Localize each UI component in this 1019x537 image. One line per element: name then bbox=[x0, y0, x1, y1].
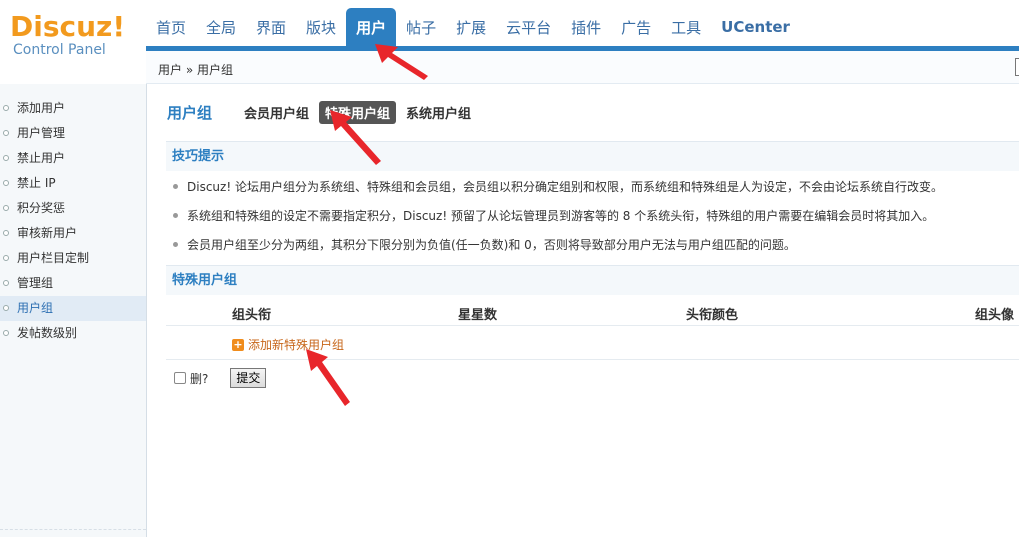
tab-member-groups[interactable]: 会员用户组 bbox=[238, 101, 315, 124]
nav-item-user[interactable]: 用户 bbox=[346, 8, 397, 46]
logo-subtitle: Control Panel bbox=[13, 42, 106, 58]
column-header-color: 头衔颜色 bbox=[686, 308, 739, 323]
nav-item-forum[interactable]: 版块 bbox=[296, 8, 346, 46]
bullet-icon bbox=[3, 280, 9, 286]
tip-text: 会员用户组至少分为两组，其积分下限分别为负值(任一负数)和 0，否则将导致部分用… bbox=[187, 238, 796, 252]
nav-item-plugin[interactable]: 插件 bbox=[561, 8, 611, 46]
sidebar-item-label: 添加用户 bbox=[17, 101, 66, 115]
sidebar-item-post-ranks[interactable]: 发帖数级别 bbox=[0, 321, 146, 346]
column-header-stars: 星星数 bbox=[458, 308, 498, 323]
column-header-title: 组头衔 bbox=[232, 308, 272, 323]
bullet-icon bbox=[3, 105, 9, 111]
nav-item-cloud[interactable]: 云平台 bbox=[496, 8, 561, 46]
column-header-avatar: 组头像 bbox=[975, 308, 1015, 323]
tab-special-groups[interactable]: 特殊用户组 bbox=[319, 100, 397, 124]
bullet-icon bbox=[173, 242, 178, 247]
bullet-icon bbox=[3, 330, 9, 336]
nav-item-ads[interactable]: 广告 bbox=[611, 8, 661, 46]
sidebar-item-ban-user[interactable]: 禁止用户 bbox=[0, 146, 146, 171]
bullet-icon bbox=[3, 180, 9, 186]
bullet-icon bbox=[3, 130, 9, 136]
breadcrumb-bar: 用户 » 用户组 bbox=[146, 51, 1019, 84]
sidebar-item-label: 禁止用户 bbox=[17, 151, 66, 165]
main-content: 用户组 会员用户组 特殊用户组 系统用户组 技巧提示 Discuz! 论坛用户组… bbox=[147, 84, 1019, 537]
tab-bar: 用户组 会员用户组 特殊用户组 系统用户组 bbox=[167, 100, 481, 124]
breadcrumb: 用户 » 用户组 bbox=[158, 63, 233, 77]
add-special-group-label: 添加新特殊用户组 bbox=[248, 338, 345, 352]
sidebar-item-moderate-users[interactable]: 审核新用户 bbox=[0, 221, 146, 246]
sidebar-item-label: 用户栏目定制 bbox=[17, 251, 90, 265]
sidebar-item-label: 管理组 bbox=[17, 276, 54, 290]
sidebar-item-user-manage[interactable]: 用户管理 bbox=[0, 121, 146, 146]
bullet-icon bbox=[173, 184, 178, 189]
tip-text: Discuz! 论坛用户组分为系统组、特殊组和会员组，会员组以积分确定组别和权限… bbox=[187, 180, 943, 194]
add-special-group-link[interactable]: + 添加新特殊用户组 bbox=[232, 336, 344, 353]
bullet-icon bbox=[3, 205, 9, 211]
list-item: Discuz! 论坛用户组分为系统组、特殊组和会员组，会员组以积分确定组别和权限… bbox=[171, 177, 1019, 206]
frame-edge bbox=[1015, 58, 1019, 76]
sidebar-item-label: 用户管理 bbox=[17, 126, 66, 140]
nav-item-home[interactable]: 首页 bbox=[146, 8, 196, 46]
sidebar-item-label: 审核新用户 bbox=[17, 226, 78, 240]
sidebar-item-label: 积分奖惩 bbox=[17, 201, 66, 215]
sidebar-item-user-groups[interactable]: 用户组 bbox=[0, 296, 146, 321]
special-groups-heading: 特殊用户组 bbox=[166, 265, 1019, 295]
tip-text: 系统组和特殊组的设定不需要指定积分，Discuz! 预留了从论坛管理员到游客等的… bbox=[187, 209, 935, 223]
bullet-icon bbox=[3, 155, 9, 161]
header: Discuz! Control Panel 首页 全局 界面 版块 用户 帖子 … bbox=[0, 0, 1019, 58]
tips-heading: 技巧提示 bbox=[166, 141, 1019, 171]
nav-item-tools[interactable]: 工具 bbox=[661, 8, 711, 46]
top-nav: 首页 全局 界面 版块 用户 帖子 扩展 云平台 插件 广告 工具 UCente… bbox=[146, 8, 800, 46]
sidebar-item-admin-groups[interactable]: 管理组 bbox=[0, 271, 146, 296]
nav-item-style[interactable]: 界面 bbox=[246, 8, 296, 46]
logo[interactable]: Discuz! Control Panel bbox=[10, 12, 146, 62]
delete-label: 删? bbox=[190, 371, 209, 386]
bullet-icon bbox=[3, 305, 9, 311]
table-header: 组头衔 星星数 头衔颜色 组头像 bbox=[166, 296, 1019, 326]
sidebar-item-credits[interactable]: 积分奖惩 bbox=[0, 196, 146, 221]
tips-list: Discuz! 论坛用户组分为系统组、特殊组和会员组，会员组以积分确定组别和权限… bbox=[171, 177, 1019, 264]
sidebar-divider bbox=[0, 529, 146, 530]
bullet-icon bbox=[173, 213, 178, 218]
sidebar-item-profile-fields[interactable]: 用户栏目定制 bbox=[0, 246, 146, 271]
form-actions: 删? 提交 bbox=[174, 368, 267, 388]
list-item: 会员用户组至少分为两组，其积分下限分别为负值(任一负数)和 0，否则将导致部分用… bbox=[171, 235, 1019, 264]
sidebar: 添加用户 用户管理 禁止用户 禁止 IP 积分奖惩 审核新用户 用户栏目定制 管… bbox=[0, 84, 147, 537]
logo-brand: Discuz! bbox=[10, 10, 126, 43]
submit-button[interactable]: 提交 bbox=[230, 368, 267, 388]
page-title: 用户组 bbox=[167, 103, 213, 122]
delete-checkbox[interactable] bbox=[174, 372, 186, 384]
nav-item-global[interactable]: 全局 bbox=[196, 8, 246, 46]
list-item: 系统组和特殊组的设定不需要指定积分，Discuz! 预留了从论坛管理员到游客等的… bbox=[171, 206, 1019, 235]
plus-icon: + bbox=[232, 337, 244, 351]
nav-item-topic[interactable]: 帖子 bbox=[396, 8, 446, 46]
sidebar-item-label: 用户组 bbox=[17, 301, 54, 315]
nav-item-ucenter[interactable]: UCenter bbox=[711, 8, 800, 46]
nav-item-extended[interactable]: 扩展 bbox=[446, 8, 496, 46]
sidebar-item-label: 发帖数级别 bbox=[17, 326, 78, 340]
sidebar-item-ban-ip[interactable]: 禁止 IP bbox=[0, 171, 146, 196]
bullet-icon bbox=[3, 230, 9, 236]
tab-system-groups[interactable]: 系统用户组 bbox=[400, 101, 477, 124]
bullet-icon bbox=[3, 255, 9, 261]
sidebar-item-label: 禁止 IP bbox=[17, 176, 56, 190]
table-row: + 添加新特殊用户组 bbox=[166, 327, 1019, 360]
sidebar-item-add-user[interactable]: 添加用户 bbox=[0, 96, 146, 121]
